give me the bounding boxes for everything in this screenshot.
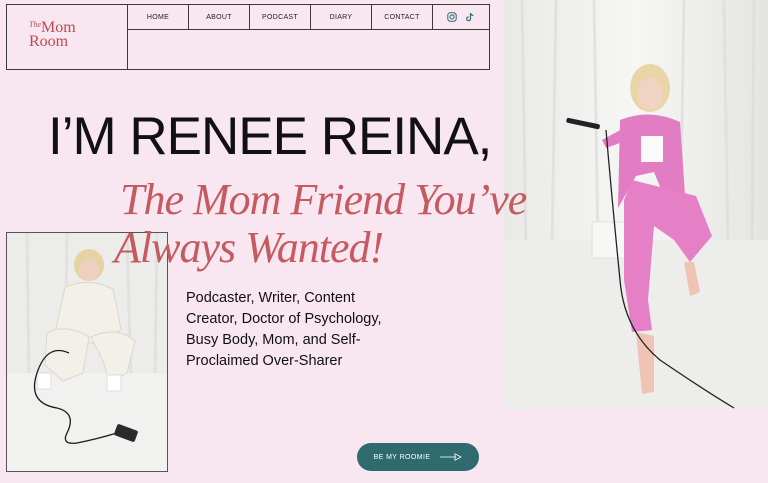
logo-the: The [29,20,41,29]
main-nav: HOME ABOUT PODCAST DIARY CONTACT [128,5,489,30]
arrow-right-icon [440,453,463,461]
nav-about[interactable]: ABOUT [189,5,250,29]
hero-description: Podcaster, Writer, Content Creator, Doct… [186,290,382,369]
brand-logo[interactable]: TheMom Room [29,20,76,51]
social-links [433,5,489,29]
nav-diary[interactable]: DIARY [311,5,372,29]
tiktok-icon[interactable] [465,12,475,22]
cta-label: BE MY ROOMIE [373,453,431,461]
site-header: TheMom Room HOME ABOUT PODCAST DIARY CON… [6,4,490,70]
be-my-roomie-button[interactable]: BE MY ROOMIE [357,443,479,471]
hero-tagline-line2: Always Wanted! [114,223,384,272]
logo-room: Room [29,33,69,51]
nav-podcast[interactable]: PODCAST [250,5,311,29]
hero-photo-pink-suit [504,0,768,410]
hero-tagline-line1: The Mom Friend You’ve [120,175,527,224]
hero-title: I’M RENEE REINA, [48,107,492,166]
instagram-icon[interactable] [447,12,457,22]
logo-cell: TheMom Room [7,5,128,69]
nav-home[interactable]: HOME [128,5,189,29]
nav-contact[interactable]: CONTACT [372,5,433,29]
